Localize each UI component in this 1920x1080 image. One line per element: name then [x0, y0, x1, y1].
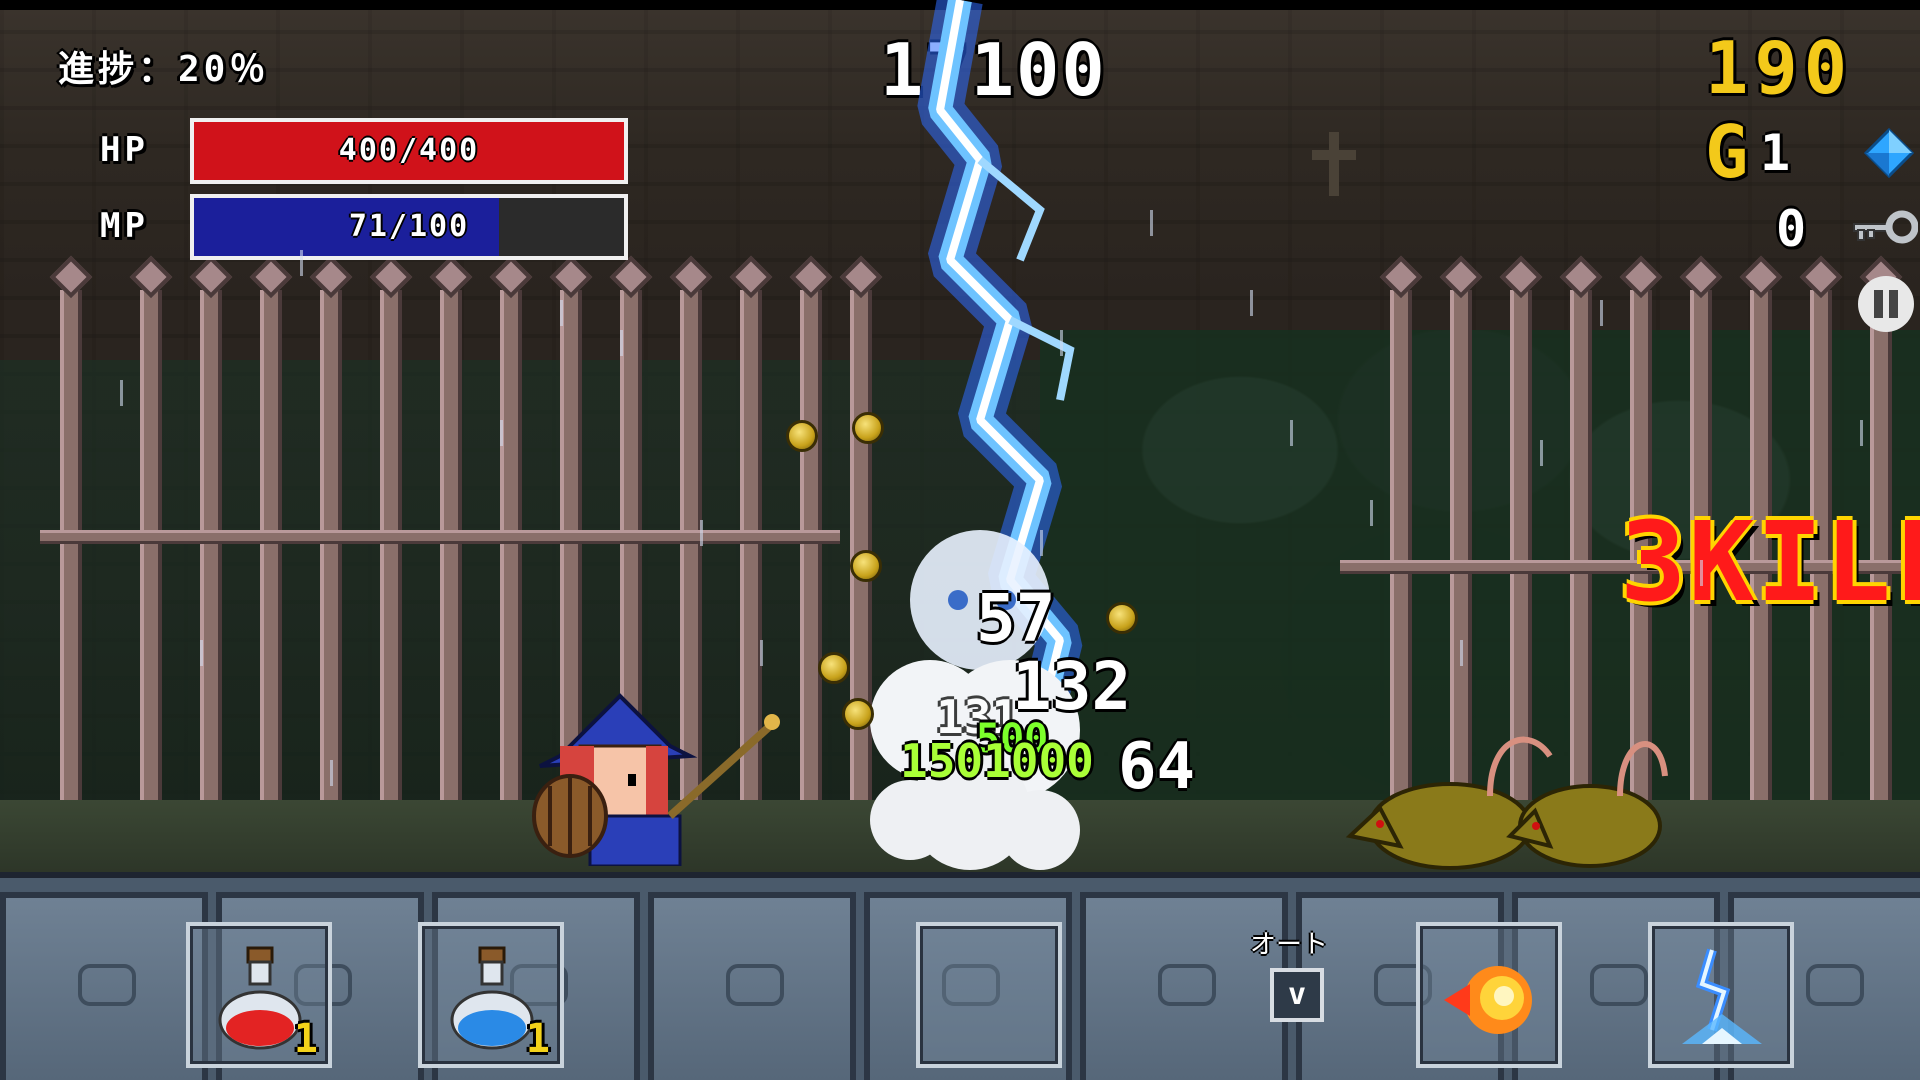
fence-spike [1739, 255, 1783, 299]
lightning-skill-icon [1682, 948, 1762, 1044]
diamond-gem-icon [1864, 128, 1914, 178]
raindrop [1060, 330, 1063, 356]
fence-spike [489, 255, 533, 299]
raindrop [1370, 500, 1373, 526]
fireball-skill-slot[interactable] [1416, 922, 1562, 1068]
empty-item-slot[interactable] [916, 922, 1062, 1068]
damage-number: 132 [1012, 648, 1132, 725]
floor-tile [1080, 892, 1288, 1080]
hp-label: HP [100, 130, 149, 170]
hp-bar: 400/400 [190, 118, 628, 184]
gold-coin [842, 698, 874, 730]
fence-spike [1439, 255, 1483, 299]
lightning-skill-slot[interactable] [1648, 922, 1794, 1068]
raindrop [1600, 300, 1603, 326]
fence-spike [369, 255, 413, 299]
mp-label: MP [100, 206, 149, 246]
damage-number: 64 [1118, 730, 1196, 804]
fireball-icon [1444, 966, 1532, 1034]
auto-label: オート [1250, 930, 1329, 960]
raindrop [1290, 420, 1293, 446]
fence-bar [140, 290, 162, 860]
raindrop [700, 520, 703, 546]
raindrop [200, 640, 203, 666]
fence-bar [260, 290, 282, 860]
fence-spike [1799, 255, 1843, 299]
mp-value: 71/100 [348, 209, 470, 244]
fence-bar [500, 290, 522, 860]
fence-spike [549, 255, 593, 299]
raindrop [1540, 440, 1543, 466]
fence-spike [1379, 255, 1423, 299]
fence-spike [729, 255, 773, 299]
fence-spike [839, 255, 883, 299]
fence-spike [609, 255, 653, 299]
fence-spike [1679, 255, 1723, 299]
kill-counter: 3KILL [1620, 498, 1920, 626]
raindrop [500, 420, 503, 446]
game-screen: 進捗：20％ 17100 190 G HP 400/400 MP 71/100 … [0, 0, 1920, 1080]
floor-tile [0, 892, 208, 1080]
witch-player-character [532, 693, 780, 866]
raindrop [300, 250, 303, 276]
fence-spike [189, 255, 233, 299]
raindrop [1250, 290, 1253, 316]
mp-potion-slot[interactable]: 1 [418, 922, 564, 1068]
key-count: 0 [1776, 200, 1811, 258]
fence-bar [200, 290, 222, 860]
fence-bar [800, 290, 822, 860]
damage-number: 1501000 [900, 734, 1094, 788]
raindrop [620, 330, 623, 356]
fence-spike [309, 255, 353, 299]
fence-spike [429, 255, 473, 299]
auto-toggle-symbol: v [1287, 977, 1307, 1012]
raindrop [1040, 530, 1043, 556]
raindrop [760, 640, 763, 666]
fence-bar [60, 290, 82, 860]
raindrop [1150, 210, 1153, 236]
gold-coin [818, 652, 850, 684]
fence-spike [129, 255, 173, 299]
fence-rail [40, 530, 840, 544]
fence-spike [669, 255, 713, 299]
fence-bar [380, 290, 402, 860]
fence-bar [440, 290, 462, 860]
damage-number: 57 [976, 580, 1056, 657]
raindrop [560, 300, 563, 326]
item-count: 1 [293, 1016, 318, 1062]
auto-toggle[interactable]: v [1270, 968, 1324, 1022]
floor-tile [648, 892, 856, 1080]
fence-spike [1499, 255, 1543, 299]
fence-spike [49, 255, 93, 299]
raindrop [330, 760, 333, 786]
fence-spike [249, 255, 293, 299]
key-icon [1853, 210, 1918, 244]
item-count: 1 [525, 1016, 550, 1062]
gold-coin [850, 550, 882, 582]
gold-coin [852, 412, 884, 444]
raindrop [120, 380, 123, 406]
raindrop [1860, 420, 1863, 446]
hp-value: 400/400 [338, 133, 480, 168]
progress-indicator: 進捗：20％ [58, 49, 270, 90]
gold-coin [1106, 602, 1138, 634]
pause-button[interactable] [1858, 276, 1914, 332]
gem-count: 1 [1760, 124, 1795, 182]
mp-bar: 71/100 [190, 194, 628, 260]
fence-spike [1559, 255, 1603, 299]
gold-coin [786, 420, 818, 452]
rat-enemies [1345, 736, 1668, 870]
raindrop [1700, 560, 1703, 586]
hp-potion-slot[interactable]: 1 [186, 922, 332, 1068]
fence-spike [789, 255, 833, 299]
fence-spike [1619, 255, 1663, 299]
raindrop [1460, 640, 1463, 666]
